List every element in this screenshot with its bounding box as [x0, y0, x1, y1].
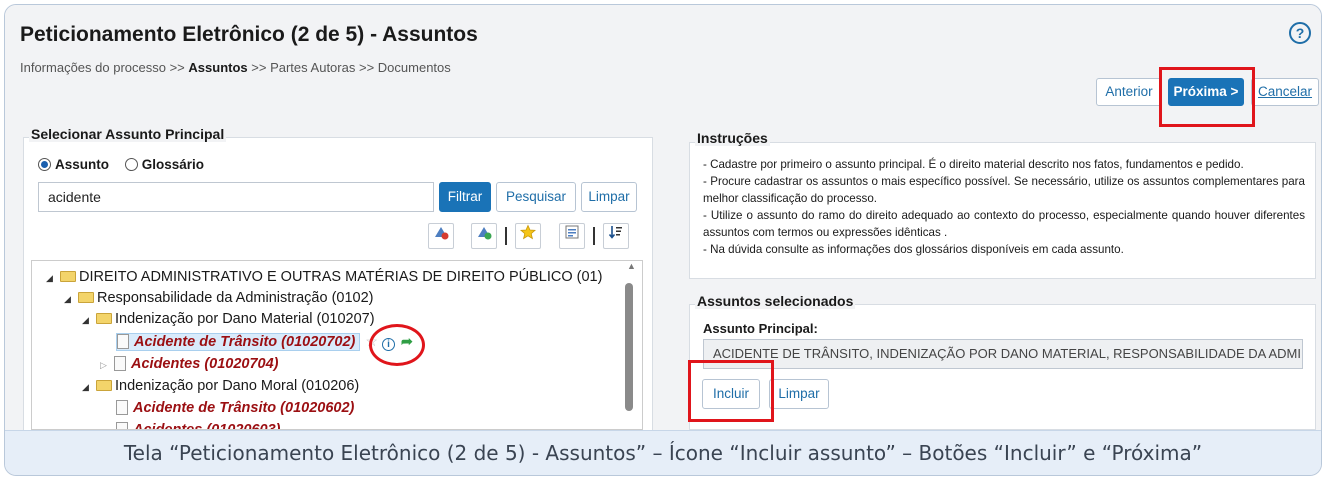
tree-node[interactable]: Acidentes (01020603)	[102, 420, 281, 430]
document-icon	[116, 400, 128, 415]
breadcrumb-step-4: Documentos	[377, 60, 451, 75]
selected-subjects-title: Assuntos selecionados	[695, 293, 856, 309]
principal-subject-field: ACIDENTE DE TRÂNSITO, INDENIZAÇÃO POR DA…	[703, 339, 1303, 369]
tree-node[interactable]: Acidente de Trânsito (01020602)	[102, 398, 354, 418]
instructions-title: Instruções	[695, 130, 770, 146]
subject-search-input[interactable]: acidente	[38, 182, 434, 212]
list-view-icon[interactable]	[559, 223, 585, 249]
tree-node[interactable]: ◢ DIREITO ADMINISTRATIVO E OUTRAS MATÉRIA…	[46, 267, 602, 287]
radio-glossary[interactable]: Glossário	[124, 157, 205, 172]
filter-button[interactable]: Filtrar	[439, 182, 491, 212]
tree-node-label: DIREITO ADMINISTRATIVO E OUTRAS MATÉRIAS…	[79, 269, 603, 285]
expanded-arrow-icon[interactable]: ◢	[64, 289, 78, 309]
folder-icon	[78, 292, 94, 303]
tree-node-selected[interactable]: Acidente de Trânsito (01020702) ☆ i ➦	[102, 331, 413, 351]
principal-subject-label: Assunto Principal:	[703, 321, 818, 336]
tree-scrollbar[interactable]	[625, 283, 633, 411]
page-title: Peticionamento Eletrônico (2 de 5) - Ass…	[20, 23, 478, 46]
tree-node-label: Responsabilidade da Administração (0102)	[97, 290, 374, 306]
help-icon[interactable]: ?	[1289, 22, 1311, 44]
toolbar-separator	[593, 227, 595, 245]
breadcrumb-sep: >>	[251, 60, 267, 75]
image-caption: Tela “Peticionamento Eletrônico (2 de 5)…	[5, 430, 1321, 475]
app-window: Peticionamento Eletrônico (2 de 5) - Ass…	[5, 5, 1321, 437]
subject-tree: ◢ DIREITO ADMINISTRATIVO E OUTRAS MATÉRIA…	[31, 260, 643, 430]
tree-node-label: Acidente de Trânsito (01020702)	[134, 334, 356, 350]
clear-search-button[interactable]: Limpar	[581, 182, 637, 212]
radio-subject[interactable]: Assunto	[38, 157, 109, 172]
cancel-button[interactable]: Cancelar	[1251, 78, 1319, 106]
instructions-text: - Cadastre por primeiro o assunto princi…	[703, 156, 1305, 258]
breadcrumb-step-2-current: Assuntos	[188, 60, 248, 75]
search-mode-radios: Assunto Glossário	[38, 157, 204, 172]
breadcrumb-sep: >>	[358, 60, 375, 75]
instruction-line: - Procure cadastrar os assuntos o mais e…	[703, 175, 1305, 205]
expanded-arrow-icon[interactable]: ◢	[46, 268, 60, 288]
breadcrumb-step-3: Partes Autoras	[270, 60, 356, 75]
highlight-next-button	[1159, 67, 1255, 127]
collapsed-arrow-icon[interactable]: ▷	[100, 355, 114, 375]
document-icon	[116, 422, 128, 429]
tree-node[interactable]: ▷ Acidentes (01020704)	[100, 354, 279, 374]
instruction-line: - Utilize o assunto do ramo do direito a…	[703, 209, 1305, 239]
select-subject-title: Selecionar Assunto Principal	[29, 126, 227, 142]
tree-node-label: Indenização por Dano Moral (010206)	[115, 378, 360, 394]
highlight-include-button	[688, 360, 774, 422]
tree-node-label: Acidente de Trânsito (01020602)	[133, 400, 355, 416]
radio-subject-label: Assunto	[55, 157, 109, 172]
search-button[interactable]: Pesquisar	[496, 182, 576, 212]
folder-icon	[60, 271, 76, 282]
favorite-star-icon[interactable]	[515, 223, 541, 249]
tree-node-label: Indenização por Dano Material (010207)	[115, 311, 375, 327]
tree-node-label: Acidentes (01020603)	[133, 422, 281, 430]
expand-all-icon[interactable]	[428, 223, 454, 249]
highlight-include-icon	[369, 324, 425, 366]
previous-button[interactable]: Anterior	[1096, 78, 1162, 106]
clear-selected-button[interactable]: Limpar	[769, 379, 829, 409]
radio-selected-icon	[38, 158, 51, 171]
collapse-all-icon[interactable]	[471, 223, 497, 249]
document-icon	[117, 334, 129, 349]
document-icon	[114, 356, 126, 371]
folder-icon	[96, 313, 112, 324]
tree-node[interactable]: ◢ Indenização por Dano Material (010207)	[82, 309, 375, 329]
expanded-arrow-icon[interactable]: ◢	[82, 310, 96, 330]
instruction-line: - Na dúvida consulte as informações dos …	[703, 243, 1124, 256]
tree-node-label: Acidentes (01020704)	[131, 356, 279, 372]
instruction-line: - Cadastre por primeiro o assunto princi…	[703, 158, 1244, 171]
radio-glossary-label: Glossário	[141, 157, 205, 172]
tree-node[interactable]: ◢ Responsabilidade da Administração (0102…	[64, 288, 373, 308]
radio-unselected-icon	[124, 158, 138, 171]
toolbar-separator	[505, 227, 507, 245]
screenshot-frame: Peticionamento Eletrônico (2 de 5) - Ass…	[4, 4, 1322, 476]
expanded-arrow-icon[interactable]: ◢	[82, 377, 96, 397]
breadcrumb-step-1: Informações do processo	[20, 60, 166, 75]
breadcrumb-sep: >>	[169, 60, 185, 75]
folder-icon	[96, 380, 112, 391]
selected-leaf[interactable]: Acidente de Trânsito (01020702)	[116, 333, 361, 351]
sort-icon[interactable]	[603, 223, 629, 249]
tree-node[interactable]: ◢ Indenização por Dano Moral (010206)	[82, 376, 359, 396]
breadcrumb: Informações do processo >> Assuntos >> P…	[20, 60, 451, 75]
scroll-up-arrow-icon[interactable]: ▲	[627, 261, 636, 271]
